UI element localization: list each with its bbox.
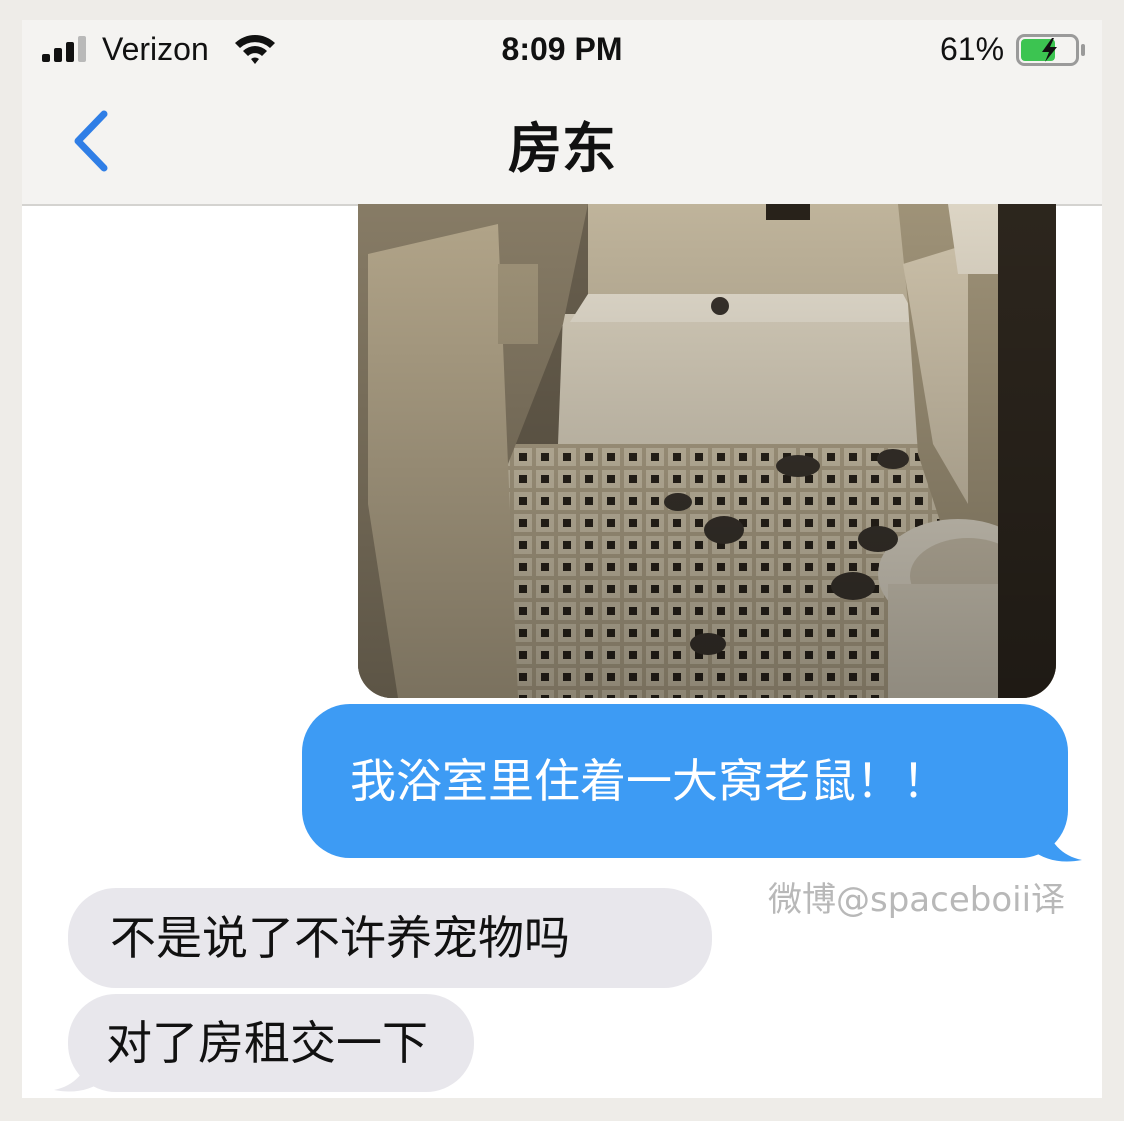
outgoing-message[interactable]: 我浴室里住着一大窝老鼠！！ [302, 704, 1068, 858]
image-message[interactable] [358, 204, 1056, 698]
contact-name[interactable]: 房东 [22, 104, 1102, 183]
outgoing-bubble-tail [1032, 820, 1082, 862]
battery-percent: 61% [940, 31, 1005, 67]
status-bar: Verizon 8:09 PM 61% [22, 20, 1102, 80]
incoming-message[interactable]: 对了房租交一下 [68, 994, 474, 1092]
conversation-header: 房东 [22, 80, 1102, 206]
messages-screen: Verizon 8:09 PM 61% 房东 我浴室里住着一大窝老鼠！！ 微博@… [22, 20, 1102, 1098]
bathroom-photo [358, 204, 1056, 698]
battery-charging-icon [1016, 34, 1085, 66]
incoming-message[interactable]: 不是说了不许养宠物吗 [68, 888, 712, 988]
watermark: 微博@spaceboii译 [768, 880, 1066, 920]
incoming-bubble-tail [54, 1050, 104, 1092]
